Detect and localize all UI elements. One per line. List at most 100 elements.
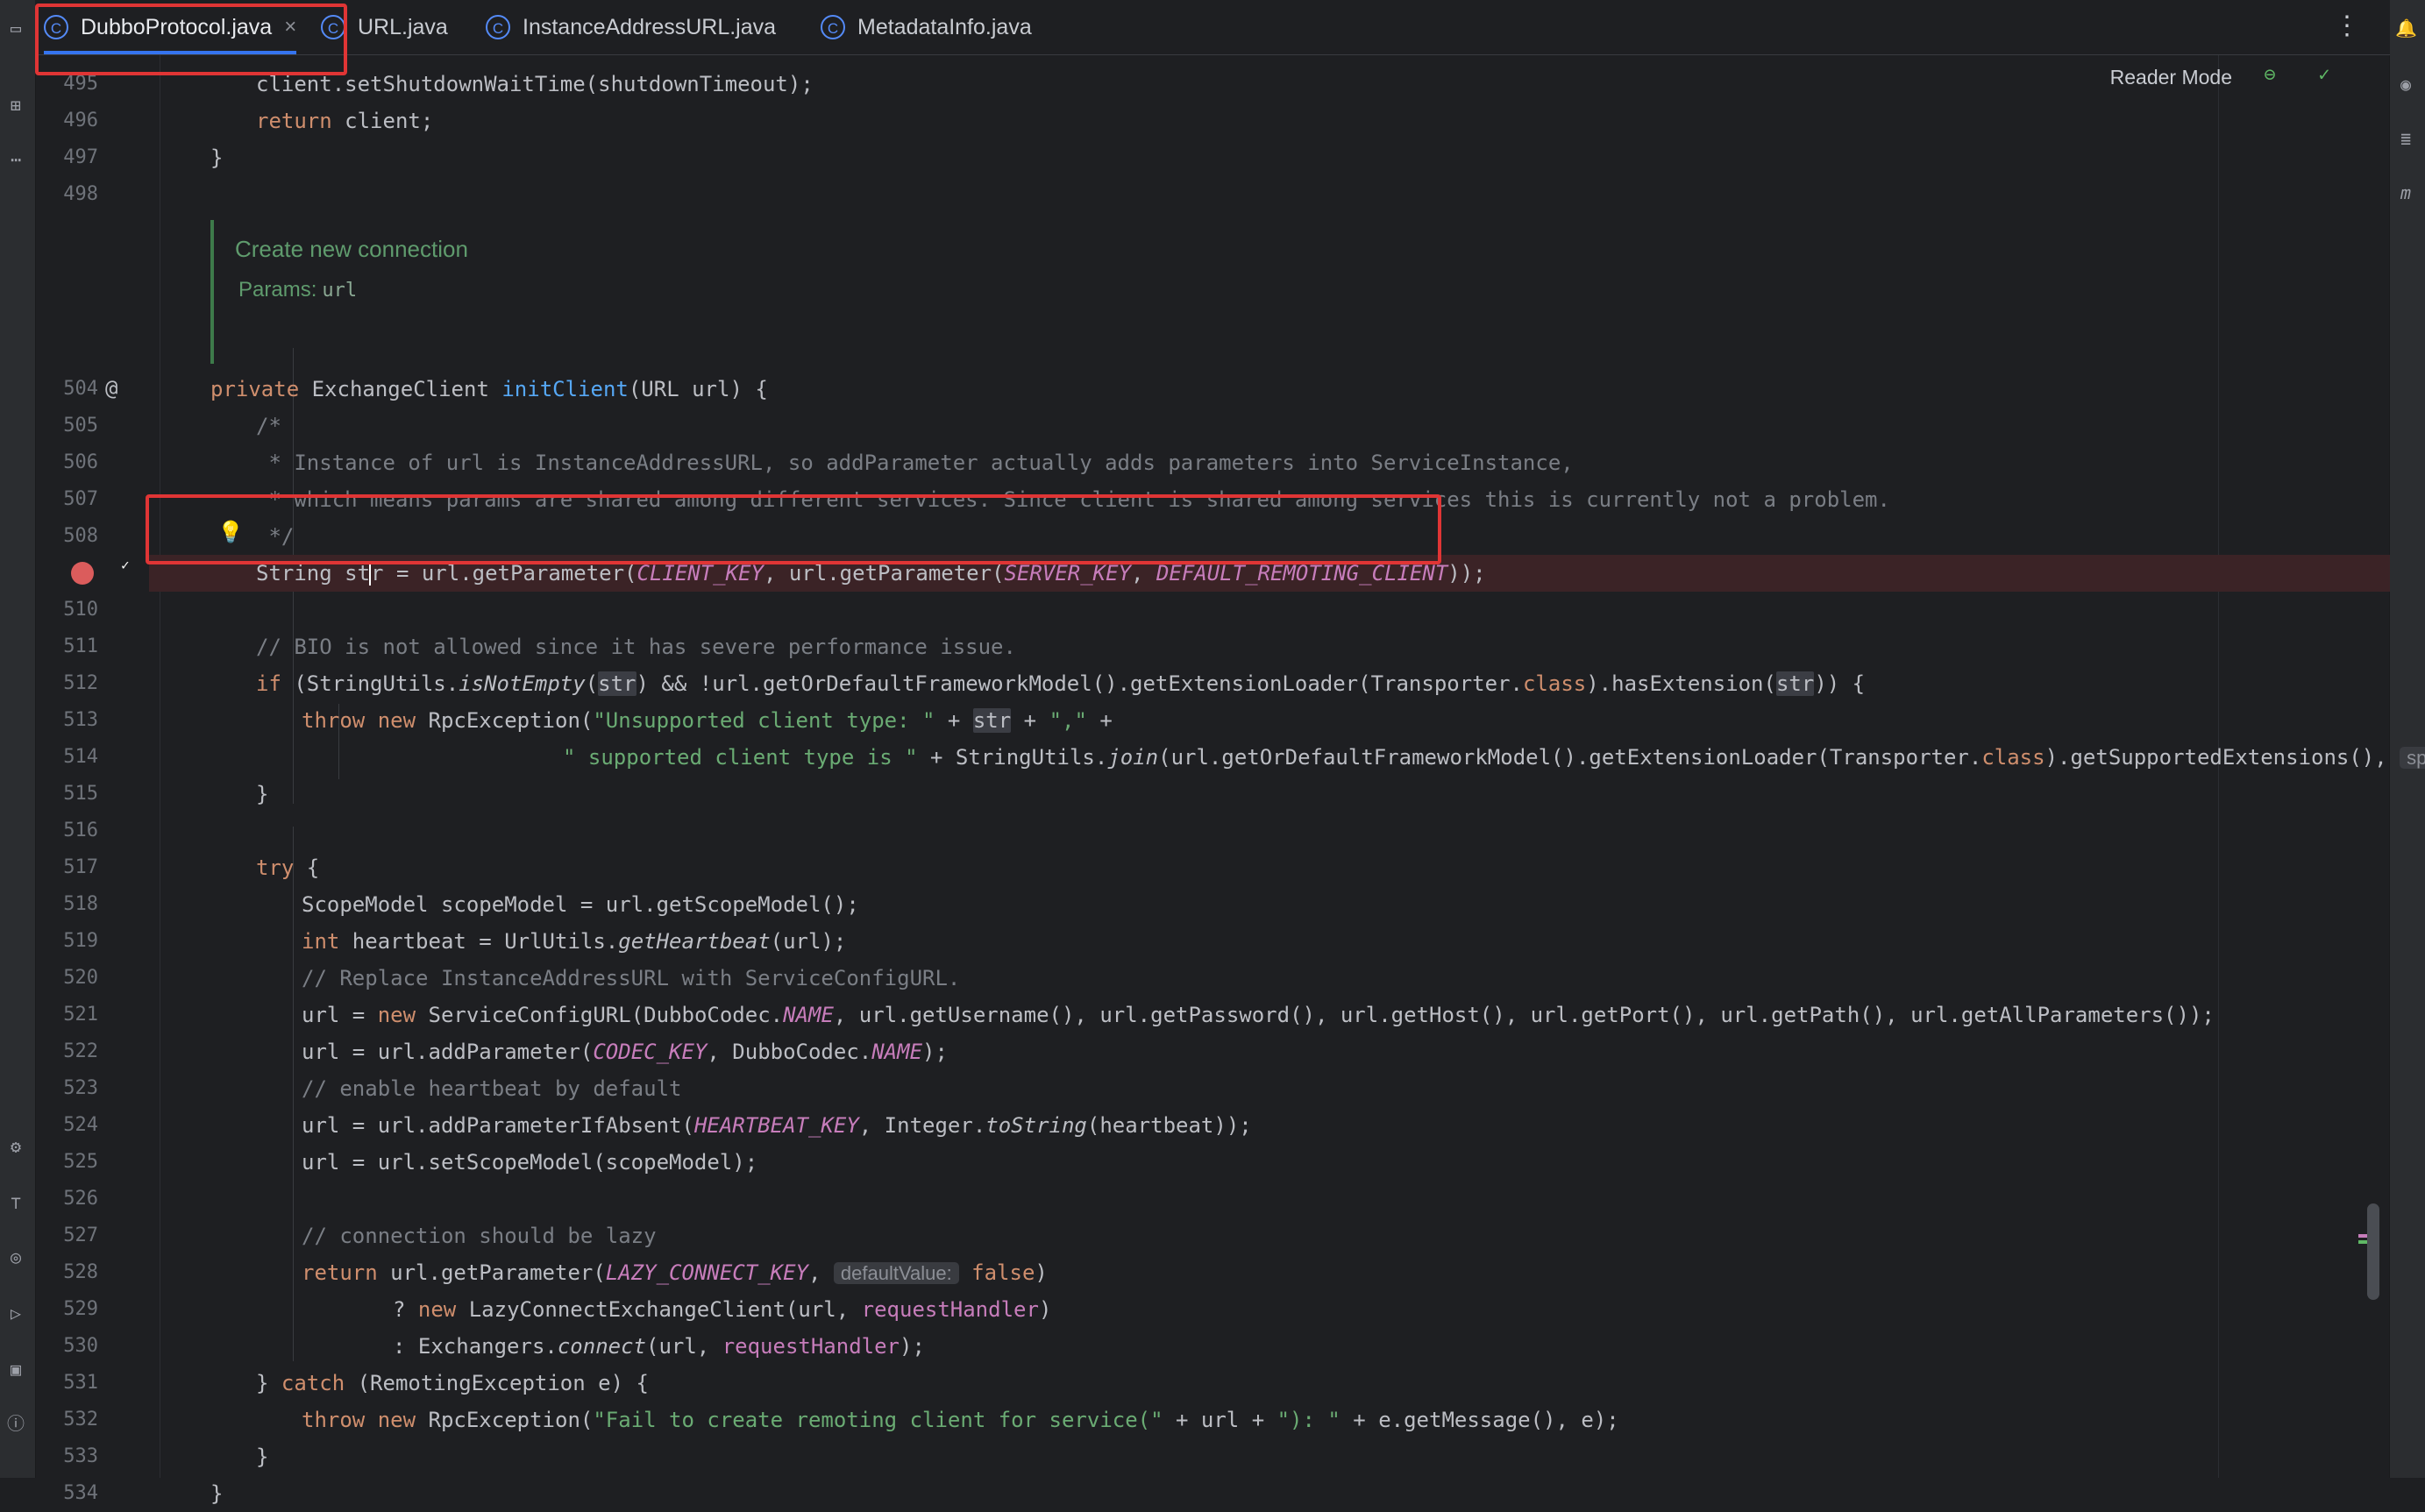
code-line: 520 // Replace InstanceAddressURL with S… (35, 960, 2390, 997)
tab-url[interactable]: C URL.java (321, 0, 448, 54)
database-icon[interactable]: ≣ (2395, 128, 2416, 149)
line-number: 528 (63, 1261, 98, 1283)
tab-label: DubboProtocol.java (81, 14, 273, 39)
left-tool-rail: ▭ ⊞ ⋯ ⚙ ⊤ ◎ ▷ ▣ ⓘ (0, 0, 36, 1478)
code-line: 527 // connection should be lazy (35, 1217, 2390, 1254)
code-line: 510 (35, 592, 2390, 628)
doc-title: Create new connection (235, 236, 468, 262)
line-number: 504 (63, 378, 98, 400)
line-number: 511 (63, 635, 98, 657)
line-number: 520 (63, 967, 98, 989)
problems-icon[interactable]: ⓘ (5, 1413, 26, 1434)
override-icon[interactable]: @ (105, 378, 117, 399)
line-number: 534 (63, 1482, 98, 1504)
code-text: // enable heartbeat by default (302, 1076, 682, 1101)
profiler-icon[interactable]: ◎ (5, 1246, 26, 1267)
rendered-doc-comment[interactable]: Create new connection Params: url (210, 220, 1266, 364)
code-line: 497 } (35, 139, 2390, 176)
code-text: throw new RpcException("Fail to create r… (302, 1408, 1619, 1432)
line-number: 513 (63, 709, 98, 731)
doc-params-value: url (322, 280, 358, 302)
run-icon[interactable]: ▷ (5, 1303, 26, 1324)
line-number: 496 (63, 110, 98, 131)
line-number: 519 (63, 930, 98, 952)
code-text: } (210, 1481, 224, 1506)
line-number: 516 (63, 820, 98, 841)
code-text: * which means params are shared among di… (256, 487, 1890, 512)
notifications-icon[interactable]: 🔔 (2395, 18, 2417, 39)
code-line: 526 (35, 1181, 2390, 1217)
code-text: * Instance of url is InstanceAddressURL,… (256, 451, 1574, 475)
doc-params: Params: url (238, 278, 357, 302)
tab-dubbo-protocol[interactable]: C DubboProtocol.java × (44, 0, 297, 54)
line-number: 498 (63, 183, 98, 205)
code-line: 524 url = url.addParameterIfAbsent(HEART… (35, 1107, 2390, 1144)
line-number: 529 (63, 1298, 98, 1320)
ai-assistant-icon[interactable]: ◉ (2395, 74, 2416, 95)
code-line: 522 url = url.addParameter(CODEC_KEY, Du… (35, 1033, 2390, 1070)
line-number: 497 (63, 146, 98, 168)
code-text: int heartbeat = UrlUtils.getHeartbeat(ur… (302, 929, 847, 954)
code-text: } catch (RemotingException e) { (256, 1371, 649, 1395)
class-icon: C (321, 15, 345, 39)
code-line: 523 // enable heartbeat by default (35, 1070, 2390, 1107)
code-text: } (256, 1445, 269, 1469)
breakpoint-check-icon: ✓ (121, 557, 130, 573)
code-line: 534 } (35, 1475, 2390, 1512)
structure-icon[interactable]: ⊞ (5, 95, 26, 116)
code-line: 516 (35, 813, 2390, 849)
code-line: ✓ String str = url.getParameter(CLIENT_K… (35, 555, 2390, 592)
code-line: 511 // BIO is not allowed since it has s… (35, 628, 2390, 665)
line-number: 532 (63, 1409, 98, 1430)
code-line: 496 return client; (35, 103, 2390, 139)
code-line: 505 /* (35, 408, 2390, 444)
code-text: ScopeModel scopeModel = url.getScopeMode… (302, 892, 859, 917)
tab-instance-address-url[interactable]: C InstanceAddressURL.java (486, 0, 776, 54)
code-line: 518 ScopeModel scopeModel = url.getScope… (35, 886, 2390, 923)
code-line: 512 if (StringUtils.isNotEmpty(str) && !… (35, 665, 2390, 702)
code-line: 521 url = new ServiceConfigURL(DubboCode… (35, 997, 2390, 1033)
code-text: return url.getParameter(LAZY_CONNECT_KEY… (302, 1260, 1048, 1285)
lightbulb-icon[interactable]: 💡 (217, 522, 244, 543)
folder-icon[interactable]: ▭ (5, 18, 26, 39)
tab-options-icon[interactable]: ⋮ (2334, 11, 2360, 41)
code-text: url = url.addParameter(CODEC_KEY, DubboC… (302, 1040, 948, 1064)
line-number: 533 (63, 1445, 98, 1467)
code-line: 532 throw new RpcException("Fail to crea… (35, 1402, 2390, 1438)
code-text: try { (256, 855, 320, 880)
line-number: 523 (63, 1077, 98, 1099)
line-number: 521 (63, 1004, 98, 1026)
class-icon: C (486, 15, 510, 39)
code-line: 513 throw new RpcException("Unsupported … (35, 702, 2390, 739)
code-line: 525 url = url.setScopeModel(scopeModel); (35, 1144, 2390, 1181)
close-icon[interactable]: × (284, 15, 296, 39)
services-icon[interactable]: ⚙ (5, 1136, 26, 1157)
scrollbar-thumb[interactable] (2367, 1203, 2379, 1300)
code-line: 504 @ private ExchangeClient initClient(… (35, 371, 2390, 408)
tab-label: URL.java (358, 14, 448, 39)
code-text: // connection should be lazy (302, 1224, 657, 1248)
terminal-icon[interactable]: ▣ (5, 1359, 26, 1380)
line-number: 505 (63, 415, 98, 437)
line-number: 515 (63, 783, 98, 805)
maven-icon[interactable]: m (2395, 182, 2416, 203)
line-number: 531 (63, 1372, 98, 1394)
line-number: 522 (63, 1040, 98, 1062)
code-line: 507 * which means params are shared amon… (35, 481, 2390, 518)
tab-label: MetadataInfo.java (857, 14, 1032, 39)
code-text: } (210, 146, 224, 170)
code-text: : Exchangers.connect(url, requestHandler… (393, 1334, 925, 1359)
code-text: private ExchangeClient initClient(URL ur… (210, 377, 768, 401)
build-icon[interactable]: ⊤ (5, 1192, 26, 1213)
code-line: 529 ? new LazyConnectExchangeClient(url,… (35, 1291, 2390, 1328)
code-line: 533 } (35, 1438, 2390, 1475)
line-number: 526 (63, 1188, 98, 1210)
tab-metadata-info[interactable]: C MetadataInfo.java (821, 0, 1032, 54)
breakpoint-icon[interactable]: ✓ (71, 557, 130, 585)
line-number: 527 (63, 1225, 98, 1246)
code-line: 514 " supported client type is " + Strin… (35, 739, 2425, 776)
code-editor[interactable]: Reader Mode ⊖ ✓ 495 client.setShutdownWa… (35, 55, 2425, 1506)
code-line: 515 } (35, 776, 2390, 813)
class-icon: C (44, 15, 68, 39)
more-icon[interactable]: ⋯ (5, 149, 26, 170)
